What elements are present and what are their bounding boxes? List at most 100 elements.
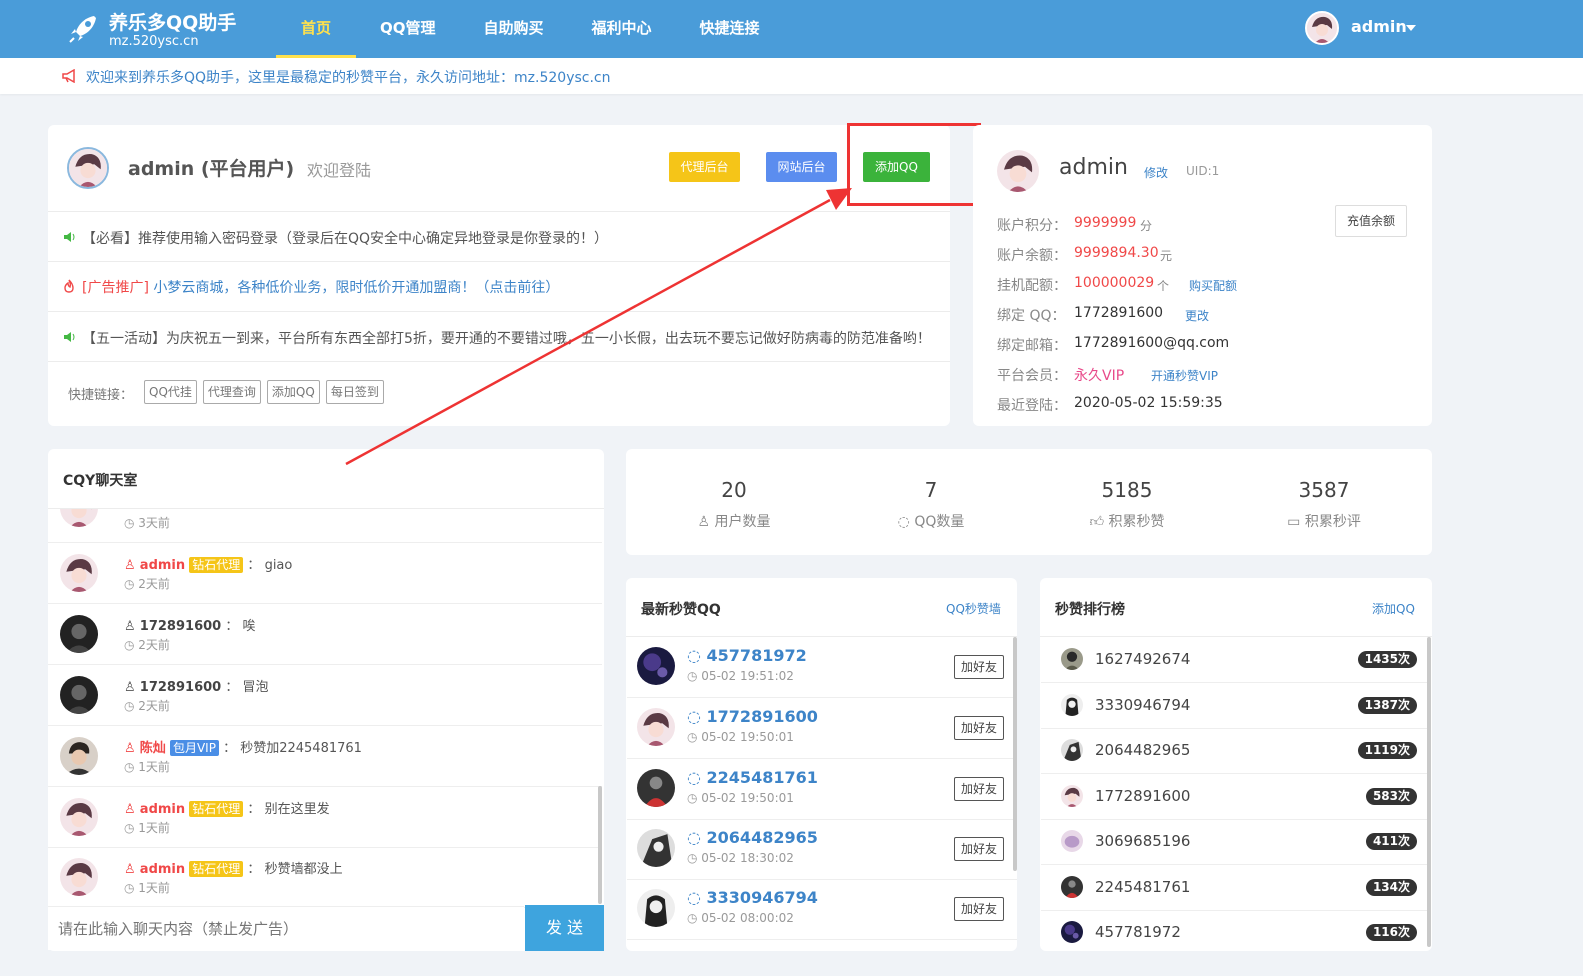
- rank-scrollbar[interactable]: [1427, 637, 1431, 947]
- recharge-button[interactable]: 充值余额: [1335, 205, 1407, 237]
- latest-qq-scrollbar[interactable]: [1013, 637, 1017, 871]
- rank-qq[interactable]: 2245481761: [1095, 878, 1190, 896]
- ad-text[interactable]: 小梦云商城，各种低价业务，限时低价开通加盟商！（点击前往）: [149, 280, 559, 296]
- qq-number[interactable]: ◌ 3330946794: [687, 888, 818, 907]
- qq-number[interactable]: ◌ 1772891600: [687, 707, 818, 726]
- buy-quota-link[interactable]: 购买配额: [1189, 277, 1237, 294]
- chat-time: ◷ 1天前: [124, 821, 170, 835]
- user-icon: ♙: [124, 802, 136, 817]
- qq-number[interactable]: ◌ 2245481761: [687, 768, 818, 787]
- chevron-down-icon[interactable]: [1406, 25, 1416, 31]
- ad-message[interactable]: [广告推广] 小梦云商城，各种低价业务，限时低价开通加盟商！（点击前往）: [82, 277, 559, 297]
- quick-link-add-qq[interactable]: 添加QQ: [266, 380, 320, 404]
- agent-backend-button[interactable]: 代理后台: [669, 152, 740, 182]
- send-button[interactable]: 发 送: [525, 905, 604, 951]
- add-friend-button[interactable]: 加好友: [954, 837, 1004, 861]
- chat-time-text: 1天前: [138, 881, 170, 895]
- divider: [48, 361, 950, 362]
- email-value: 1772891600@qq.com: [1074, 335, 1230, 351]
- chat-line: ♙ admin 钻石代理 ： giao: [124, 557, 293, 573]
- qq-time-text: 05-02 18:30:02: [701, 851, 794, 865]
- quota-label: 挂机配额：: [997, 278, 1067, 294]
- chat-item: ♙ admin 钻石代理 ： giao ◷ 2天前: [48, 543, 602, 604]
- megaphone-icon: [62, 69, 75, 83]
- balance-value: 9999894.30: [1074, 245, 1159, 261]
- nav-self-purchase[interactable]: 自助购买: [460, 0, 568, 58]
- balance-unit: 元: [1160, 249, 1173, 263]
- nav-qq-manage[interactable]: QQ管理: [356, 0, 460, 58]
- qq-avatar: [637, 769, 675, 807]
- user-icon: ♙: [697, 514, 711, 530]
- qq-number[interactable]: ◌ 457781972: [687, 646, 807, 665]
- chat-time-text: 1天前: [138, 760, 170, 774]
- add-friend-button[interactable]: 加好友: [954, 716, 1004, 740]
- speaker-icon: [64, 332, 75, 342]
- chat-input[interactable]: [48, 906, 524, 950]
- rank-qq[interactable]: 1627492674: [1095, 650, 1190, 668]
- qq-count-label: ◌ QQ数量: [851, 511, 1011, 531]
- user-icon: ♙: [124, 862, 136, 877]
- uid: UID:1: [1186, 164, 1220, 178]
- chat-avatar: [60, 737, 98, 775]
- nav-home[interactable]: 首页: [276, 0, 356, 58]
- site-domain: mz.520ysc.cn: [109, 34, 199, 49]
- rank-item: 2064482965 1119次: [1041, 728, 1429, 774]
- comments-count: 3587: [1298, 478, 1350, 502]
- qq-number-text[interactable]: 1772891600: [707, 707, 818, 726]
- site-title[interactable]: 养乐多QQ助手: [109, 8, 236, 35]
- edit-profile-link[interactable]: 修改: [1144, 164, 1168, 181]
- nav-quick-links[interactable]: 快捷连接: [676, 0, 784, 58]
- stat-label-text: QQ数量: [914, 514, 965, 530]
- qq-like-wall-link[interactable]: QQ秒赞墙: [946, 600, 1001, 617]
- add-friend-button[interactable]: 加好友: [954, 777, 1004, 801]
- chat-scrollbar[interactable]: [598, 786, 602, 904]
- rank-qq[interactable]: 2064482965: [1095, 741, 1190, 759]
- qq-number-text[interactable]: 457781972: [707, 646, 807, 665]
- stat-label-text: 积累秒评: [1304, 514, 1361, 530]
- open-vip-link[interactable]: 开通秒赞VIP: [1151, 367, 1218, 384]
- chat-badge: 钻石代理: [189, 557, 244, 573]
- balance-label: 账户余额：: [997, 248, 1067, 264]
- latest-qq-item: ◌ 2064482965 ◷ 05-02 18:30:02 加好友: [627, 819, 1017, 880]
- divider: [48, 211, 950, 212]
- rank-qq[interactable]: 457781972: [1095, 923, 1181, 941]
- quota-value: 100000029: [1074, 275, 1155, 291]
- rank-qq[interactable]: 3330946794: [1095, 696, 1190, 714]
- rank-item: 2245481761 134次: [1041, 865, 1429, 911]
- nav-welfare[interactable]: 福利中心: [568, 0, 676, 58]
- user-menu[interactable]: admin: [1351, 17, 1407, 36]
- qq-number-text[interactable]: 3330946794: [707, 888, 818, 907]
- qq-number[interactable]: ◌ 2064482965: [687, 828, 818, 847]
- latest-qq-item: ◌ 457781972 ◷ 05-02 19:51:02 加好友: [627, 637, 1017, 698]
- qq-number-text[interactable]: 2245481761: [707, 768, 818, 787]
- latest-qq-item: ◌ 2245481761 ◷ 05-02 19:50:01 加好友: [627, 759, 1017, 820]
- add-friend-button[interactable]: 加好友: [954, 897, 1004, 921]
- stats-card: [626, 449, 1432, 555]
- chat-avatar: [60, 554, 98, 592]
- chat-badge: 包月VIP: [169, 740, 219, 756]
- points-unit: 分: [1140, 219, 1153, 233]
- rank-item: 3330946794 1387次: [1041, 683, 1429, 729]
- rank-qq[interactable]: 1772891600: [1095, 787, 1190, 805]
- chat-time: ◷ 2天前: [124, 699, 170, 713]
- rank-add-qq-link[interactable]: 添加QQ: [1372, 600, 1415, 617]
- rank-avatar: [1061, 921, 1083, 943]
- rank-item: 3069685196 411次: [1041, 819, 1429, 865]
- qq-icon: ◌: [897, 514, 910, 530]
- site-backend-button[interactable]: 网站后台: [766, 152, 837, 182]
- rank-qq[interactable]: 3069685196: [1095, 832, 1190, 850]
- add-friend-button[interactable]: 加好友: [954, 655, 1004, 679]
- chat-user: admin: [139, 862, 186, 877]
- chat-user: admin: [139, 802, 186, 817]
- chat-badge: 钻石代理: [189, 861, 244, 877]
- member-value: 永久VIP: [1074, 368, 1125, 384]
- quick-link-daily-checkin[interactable]: 每日签到: [325, 380, 384, 404]
- notice-text[interactable]: 欢迎来到养乐多QQ助手，这里是最稳定的秒赞平台，永久访问地址：mz.520ysc…: [86, 67, 611, 87]
- chat-time: ◷ 2天前: [124, 577, 170, 591]
- quick-link-qq-hosting[interactable]: QQ代挂: [144, 380, 197, 404]
- speaker-icon: [64, 232, 75, 242]
- change-qq-link[interactable]: 更改: [1185, 307, 1209, 324]
- user-avatar[interactable]: [1305, 11, 1339, 45]
- qq-number-text[interactable]: 2064482965: [707, 828, 818, 847]
- quick-link-agent-query[interactable]: 代理查询: [202, 380, 261, 404]
